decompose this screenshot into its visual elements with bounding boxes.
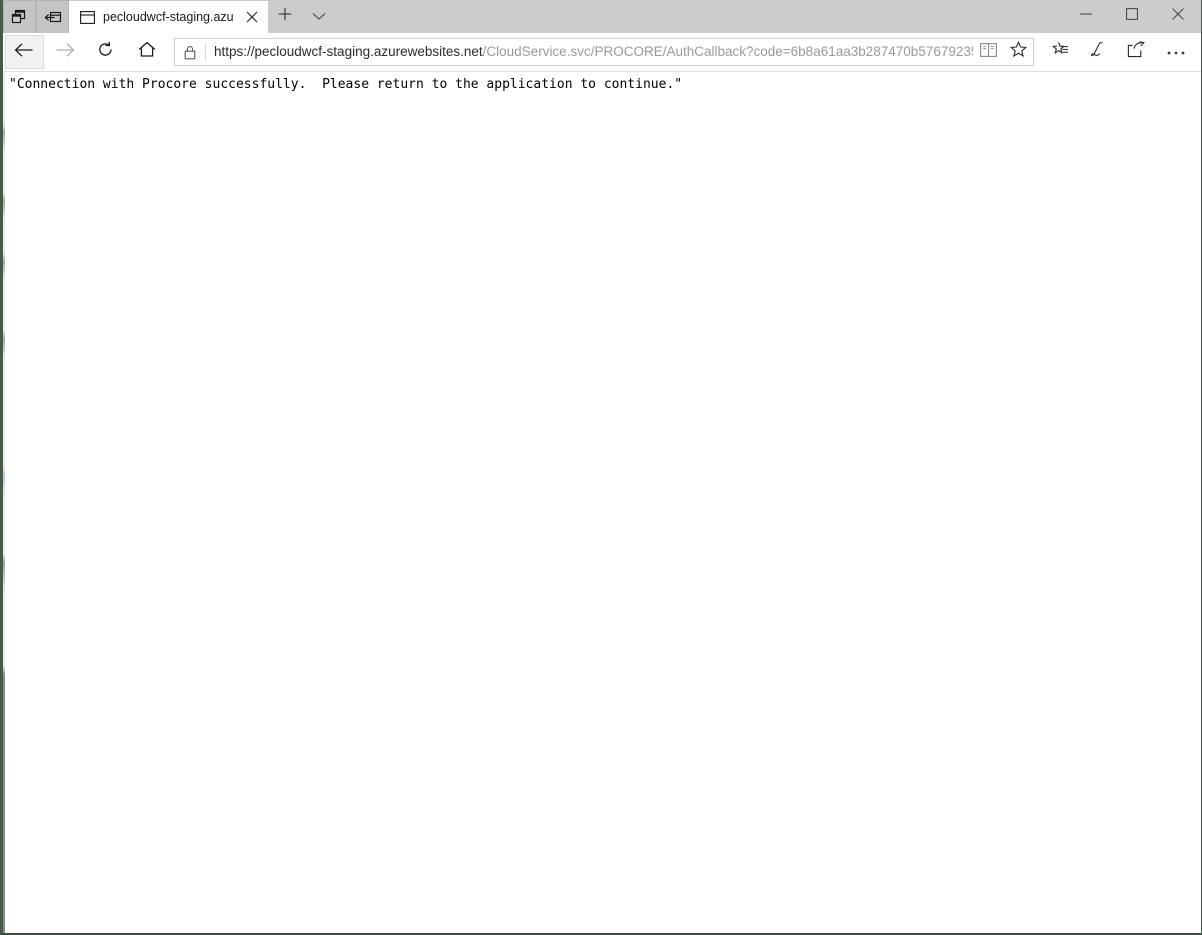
back-button[interactable] [5,35,44,69]
settings-button[interactable] [1156,35,1195,69]
ellipsis-icon [1166,43,1186,61]
address-bar[interactable]: https://pecloudwcf-staging.azurewebsites… [174,38,1034,66]
tab-preview-icon [11,9,28,25]
viewport-edge-artifact [3,72,5,933]
titlebar-left-buttons [3,0,69,33]
refresh-icon [97,41,114,63]
pen-icon [1088,41,1108,64]
arrow-left-icon [14,42,34,63]
page-icon [79,9,95,25]
url-text[interactable]: https://pecloudwcf-staging.azurewebsites… [214,39,973,65]
plus-icon [278,7,292,26]
navigation-toolbar: https://pecloudwcf-staging.azurewebsites… [3,33,1201,72]
close-icon[interactable] [242,7,262,27]
share-button[interactable] [1117,35,1156,69]
browser-tab[interactable]: pecloudwcf-staging.azu [69,1,268,33]
tab-title: pecloudwcf-staging.azu [103,9,234,25]
web-note-button[interactable] [1079,35,1118,69]
set-tabs-aside-button[interactable] [36,0,69,33]
url-path: /CloudService.svc/PROCORE/AuthCallback?c… [483,44,973,59]
favorites-hub-button[interactable] [1040,35,1079,69]
minimize-button[interactable] [1063,0,1109,31]
favorites-hub-icon [1049,41,1069,63]
share-icon [1127,41,1147,63]
home-icon [138,41,156,63]
star-icon [1010,41,1027,63]
tab-strip: pecloudwcf-staging.azu [69,0,1201,33]
address-divider [205,43,206,61]
tab-preview-button[interactable] [3,0,36,33]
maximize-button[interactable] [1109,0,1155,31]
minimize-icon [1080,7,1092,25]
refresh-button[interactable] [87,35,126,69]
maximize-icon [1126,7,1138,25]
arrow-right-icon [55,42,75,63]
browser-window: pecloudwcf-staging.azu [0,0,1202,935]
tab-actions [268,0,336,33]
url-domain: https://pecloudwcf-staging.azurewebsites… [214,44,483,59]
lock-icon [175,39,205,65]
home-button[interactable] [127,35,166,69]
close-window-icon [1172,7,1184,25]
chevron-down-icon [312,8,326,26]
favorite-button[interactable] [1003,39,1033,65]
close-button[interactable] [1155,0,1201,31]
forward-button[interactable] [46,35,85,69]
reading-view-button[interactable] [973,39,1003,65]
page-content: "Connection with Procore successfully. P… [3,72,1201,933]
tab-dropdown-button[interactable] [302,0,336,33]
page-body-text: "Connection with Procore successfully. P… [9,77,682,93]
new-tab-button[interactable] [268,0,302,33]
window-controls [1063,0,1201,31]
title-bar: pecloudwcf-staging.azu [3,0,1201,33]
set-tabs-aside-icon [44,9,62,25]
book-icon [980,43,997,62]
